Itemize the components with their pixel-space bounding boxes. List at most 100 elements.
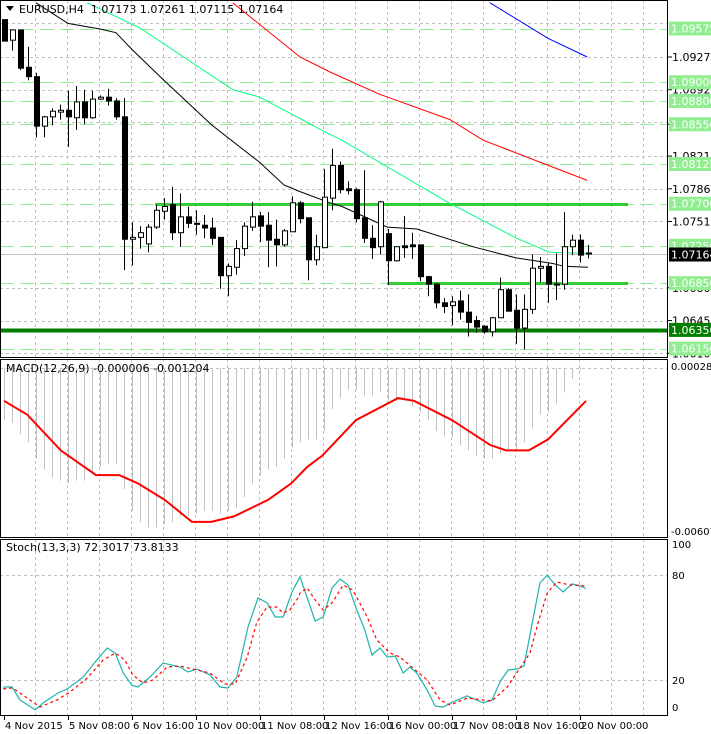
candle [346,181,352,195]
candle-body [122,116,128,240]
candle [146,224,152,253]
candle [58,104,64,120]
candle [114,98,120,120]
candle-body [506,289,512,312]
level-price-label: 1.07700 [671,198,711,211]
stoch-main-line [3,574,587,711]
candle [26,46,32,81]
level-price-label: 1.08800 [671,95,711,108]
candle [394,246,400,262]
candle-body [90,98,96,119]
candle [274,219,280,267]
candle [18,29,24,71]
candle-body [578,239,584,256]
candle-body [50,110,56,118]
candle-body [26,66,32,78]
candle-body [554,283,560,286]
candle [458,290,464,320]
candle-body [186,216,192,224]
candle-body [274,238,280,246]
candle-body [338,164,344,191]
candle-body [426,276,432,285]
level-price-label: 1.06150 [671,343,711,356]
low-value: 1.07115 [188,3,235,16]
candle [434,283,440,309]
candle [186,206,192,229]
candle-body [154,209,160,228]
candle-body [402,245,408,249]
candle-body [498,289,504,319]
candle-body [322,196,328,249]
candle [282,228,288,247]
candle [90,90,96,119]
candle-body [226,265,232,277]
candle [122,98,128,271]
candle-body [106,96,112,102]
price-axis-label: 1.07510 [672,215,711,228]
candle-body [266,224,272,241]
candle-body [514,309,520,329]
candle-body [306,217,312,261]
candle-body [10,29,16,41]
candle [242,222,248,257]
moving-average-line [86,2,588,254]
candle [378,200,384,255]
candle [314,234,320,266]
candle [74,85,80,130]
candle-body [242,225,248,250]
candle-body [170,204,176,234]
time-axis-label: 20 Nov 00:00 [581,721,648,732]
candle [554,253,560,300]
candle [530,254,536,315]
candle-body [42,116,48,127]
time-axis-label: 18 Nov 16:00 [517,721,584,732]
candle-body [66,109,72,118]
candle [226,263,232,297]
candle [354,187,360,223]
candle [306,217,312,281]
level-price-label: 1.09000 [671,76,711,89]
candle [266,212,272,268]
candle-body [194,222,200,225]
high-value: 1.07261 [139,3,186,16]
candle-body [218,236,224,277]
candle-body [562,246,568,285]
stoch-axis-label: 100 [672,540,691,551]
candle-body [58,109,64,113]
time-axis-label: 17 Nov 08:00 [453,721,520,732]
candle-body [370,237,376,249]
candle-body [378,201,384,248]
time-axis-label: 6 Nov 16:00 [133,721,194,732]
candle [234,240,240,275]
level-price-label: 1.08125 [671,158,711,171]
candle-body [330,164,336,199]
candle-body [418,244,424,278]
stoch-axis-label: 80 [672,571,685,582]
candle [290,196,296,233]
candle [258,212,264,243]
candle-body [162,206,168,212]
candle [426,275,432,297]
stoch-axis-label: 0 [672,703,678,714]
candle [362,170,368,243]
candle-body [482,325,488,333]
candle-body [522,308,528,329]
candle-body [530,267,536,310]
candle-body [290,202,296,233]
candle-body [354,189,360,220]
candle-body [474,320,480,328]
candle-body [250,216,256,228]
dropdown-triangle-icon[interactable] [6,6,14,11]
candle-body [210,227,216,239]
price-axis-label: 1.07860 [672,183,711,196]
level-price-label: 1.06850 [671,277,711,290]
stoch-header: Stoch(13,3,3) 72.3017 73.8133 [6,541,179,554]
candle [218,236,224,289]
candle-body [2,19,8,42]
candle [522,294,528,350]
candle [442,298,448,314]
candle-body [466,311,472,323]
candle [202,214,208,239]
candle-body [434,283,440,304]
candle-body [18,29,24,69]
